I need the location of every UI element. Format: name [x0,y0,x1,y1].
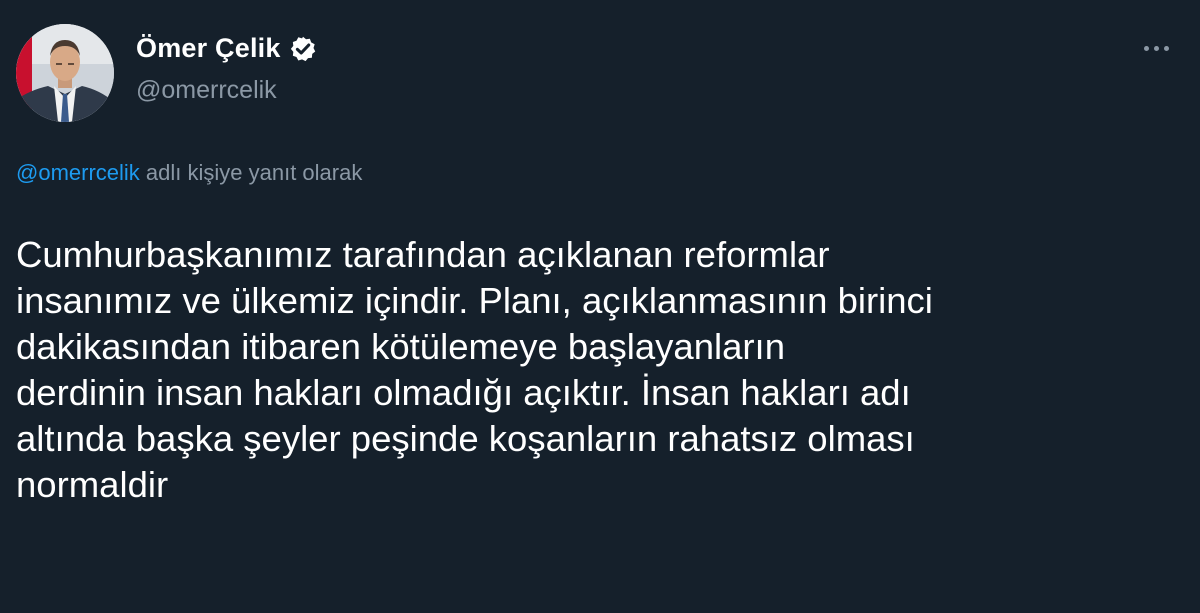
avatar-photo [16,24,114,122]
tweet-text-line: insanımız ve ülkemiz içindir. Planı, açı… [16,280,933,321]
verified-badge-icon [290,36,315,61]
tweet-card: Ömer Çelik @omerrcelik @omerrcelik adlı … [0,0,1200,613]
turkish-flag [16,30,32,122]
reply-context-suffix: adlı kişiye yanıt olarak [139,160,363,185]
reply-mention-link[interactable]: @omerrcelik [16,160,140,185]
tweet-text-line: altında başka şeyler peşinde koşanların … [16,418,915,459]
tweet-text: Cumhurbaşkanımız tarafından açıklanan re… [16,232,1176,508]
author-name-row: Ömer Çelik [136,33,317,64]
reply-context: @omerrcelik adlı kişiye yanıt olarak [16,160,362,186]
tweet-text-line: derdinin insan hakları olmadığı açıktır.… [16,372,911,413]
author-avatar[interactable] [16,24,114,122]
author-handle[interactable]: @omerrcelik [136,76,277,105]
author-name[interactable]: Ömer Çelik [136,33,281,64]
tweet-text-line: normaldir [16,464,169,505]
tweet-text-line: Cumhurbaşkanımız tarafından açıklanan re… [16,234,830,275]
more-icon[interactable] [1134,34,1178,62]
tweet-text-line: dakikasından itibaren kötülemeye başlaya… [16,326,785,367]
